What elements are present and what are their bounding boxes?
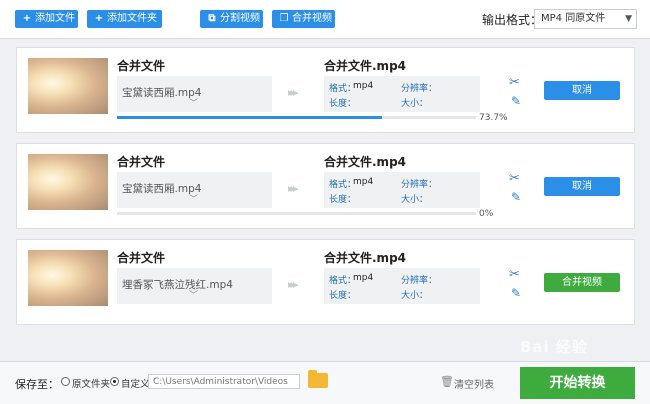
progress-percent: 73.7% — [479, 113, 508, 123]
edit-icon[interactable]: ✎ — [511, 94, 521, 108]
add-folder-button[interactable]: + 添加文件夹 — [87, 10, 162, 28]
merge-video-item-button[interactable]: 合并视频 — [544, 273, 620, 292]
progress-bar — [117, 212, 476, 215]
file-item: 合并文件 埋香冢飞燕泣残红.mp4 ﹀ ▸▸▸ 合并文件.mp4 格式： mp4… — [16, 239, 635, 325]
output-info-box: 格式： mp4 分辨率： 长度： 大小： — [324, 76, 480, 112]
plus-icon: + — [22, 13, 32, 24]
output-format-label: 输出格式： — [482, 13, 543, 27]
video-thumbnail — [28, 250, 108, 306]
source-title: 合并文件 — [117, 155, 166, 169]
progress-bar — [117, 116, 476, 119]
video-thumbnail — [28, 58, 108, 114]
convert-arrow-icon: ▸▸▸ — [288, 182, 298, 195]
length-label: 长度： — [329, 99, 357, 109]
cancel-button[interactable]: 取消 — [544, 177, 620, 196]
source-title: 合并文件 — [117, 251, 166, 265]
file-item: 合并文件 宝黛读西厢.mp4 ﹀ ▸▸▸ 合并文件.mp4 格式： mp4 分辨… — [16, 143, 635, 229]
resolution-label: 分辨率： — [401, 84, 438, 94]
plus-icon: + — [94, 13, 104, 24]
cancel-button[interactable]: 取消 — [544, 81, 620, 100]
output-info-box: 格式： mp4 分辨率： 长度： 大小： — [324, 268, 480, 304]
output-format-value: MP4 同原文件 — [541, 13, 606, 24]
toolbar: + 添加文件 + 添加文件夹 ⧉ 分割视频 ❐ 合并视频 输出格式： MP4 同原文件 … — [0, 0, 650, 39]
merge-video-button[interactable]: ❐ 合并视频 — [272, 10, 335, 28]
convert-arrow-icon: ▸▸▸ — [288, 278, 298, 291]
format-value: mp4 — [353, 81, 374, 91]
resolution-label: 分辨率： — [401, 276, 438, 286]
scissors-icon[interactable]: ✂ — [509, 75, 520, 90]
save-to-label: 保存至： — [15, 378, 59, 391]
split-video-button[interactable]: ⧉ 分割视频 — [200, 10, 263, 28]
chevron-down-icon[interactable]: ﹀ — [189, 96, 198, 109]
output-info-box: 格式： mp4 分辨率： 长度： 大小： — [324, 172, 480, 208]
watermark: Bai 经验 — [520, 338, 588, 356]
video-thumbnail — [28, 154, 108, 210]
source-file-box[interactable]: 埋香冢飞燕泣残红.mp4 ﹀ — [117, 268, 272, 304]
file-item: 合并文件 宝黛读西厢.mp4 ﹀ ▸▸▸ 合并文件.mp4 格式： mp4 分辨… — [16, 47, 635, 133]
custom-folder-radio[interactable] — [110, 377, 119, 386]
save-path-input[interactable]: C:\Users\Administrator\Videos — [148, 374, 300, 389]
output-format-select[interactable]: MP4 同原文件 ▼ — [534, 9, 637, 29]
source-file-box[interactable]: 宝黛读西厢.mp4 ﹀ — [117, 76, 272, 112]
chevron-down-icon[interactable]: ﹀ — [189, 288, 198, 301]
trash-icon[interactable]: 🗑 — [440, 375, 454, 388]
scissors-icon[interactable]: ✂ — [509, 267, 520, 282]
convert-arrow-icon: ▸▸▸ — [288, 86, 298, 99]
output-title: 合并文件.mp4 — [324, 251, 407, 265]
size-label: 大小： — [401, 291, 429, 301]
output-title: 合并文件.mp4 — [324, 155, 407, 169]
format-value: mp4 — [353, 273, 374, 283]
format-label: 格式： — [329, 84, 357, 94]
source-title: 合并文件 — [117, 59, 166, 73]
output-title: 合并文件.mp4 — [324, 59, 407, 73]
format-label: 格式： — [329, 180, 357, 190]
edit-icon[interactable]: ✎ — [511, 286, 521, 300]
dropdown-arrow-icon: ▼ — [625, 14, 632, 24]
clear-list-button[interactable]: 清空列表 — [454, 376, 494, 391]
scissors-icon[interactable]: ✂ — [509, 171, 520, 186]
bottom-bar: 保存至： 原文件夹 自定义 C:\Users\Administrator\Vid… — [0, 361, 650, 404]
merge-icon: ❐ — [279, 13, 289, 24]
format-value: mp4 — [353, 177, 374, 187]
split-icon: ⧉ — [208, 13, 216, 24]
format-label: 格式： — [329, 276, 357, 286]
folder-icon[interactable] — [308, 370, 328, 388]
add-file-button[interactable]: + 添加文件 — [15, 10, 78, 28]
size-label: 大小： — [401, 195, 429, 205]
length-label: 长度： — [329, 195, 357, 205]
original-folder-radio[interactable] — [61, 377, 70, 386]
source-file-name: 埋香冢飞燕泣残红.mp4 — [122, 279, 233, 291]
edit-icon[interactable]: ✎ — [511, 190, 521, 204]
source-file-box[interactable]: 宝黛读西厢.mp4 ﹀ — [117, 172, 272, 208]
progress-percent: 0% — [479, 209, 494, 219]
size-label: 大小： — [401, 99, 429, 109]
original-folder-label: 原文件夹 — [72, 379, 111, 390]
custom-folder-label: 自定义 — [121, 379, 150, 390]
length-label: 长度： — [329, 291, 357, 301]
chevron-down-icon[interactable]: ﹀ — [189, 192, 198, 205]
resolution-label: 分辨率： — [401, 180, 438, 190]
start-convert-button[interactable]: 开始转换 — [520, 367, 635, 399]
progress-fill — [117, 116, 382, 119]
